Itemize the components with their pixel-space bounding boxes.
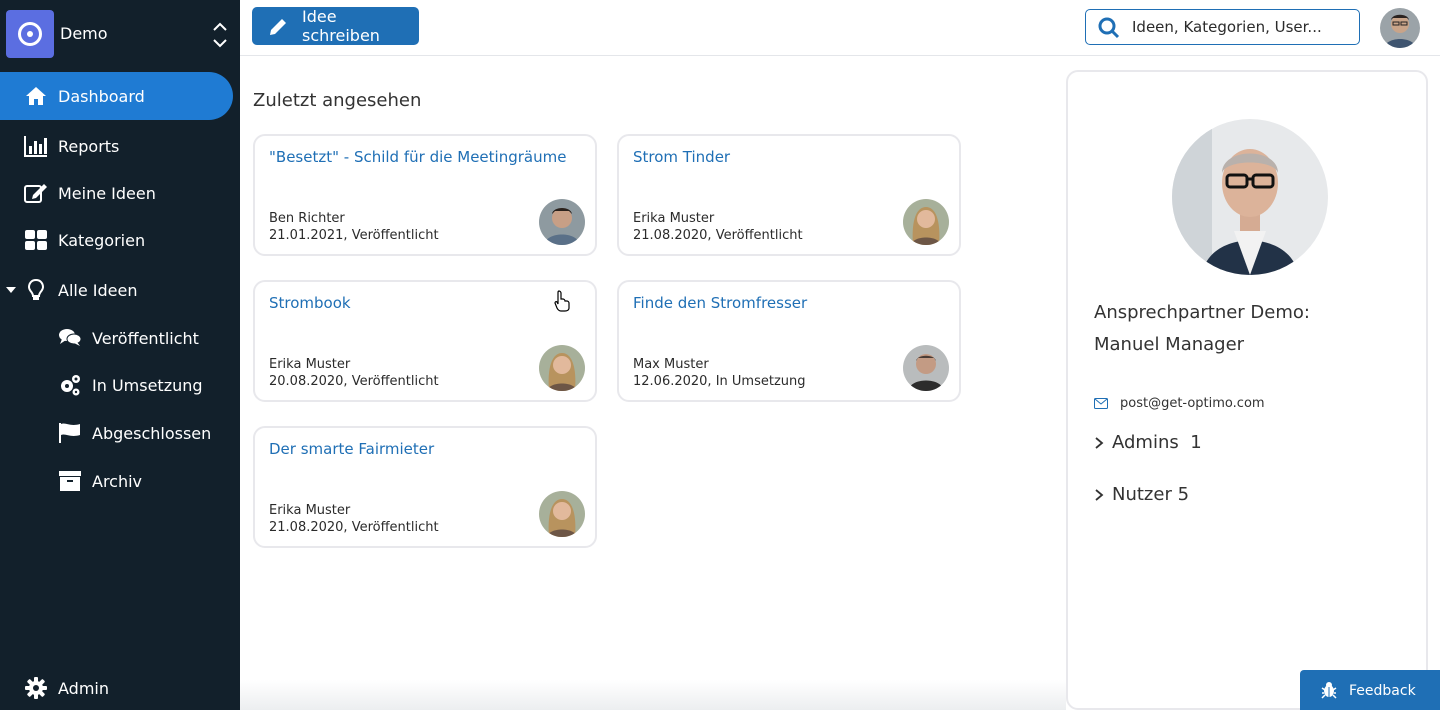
sidebar: Demo Dashboard Reports Meine Ideen Kateg… [0,0,240,710]
mail-icon [1094,398,1108,409]
sidebar-item-admin[interactable]: Admin [0,664,233,710]
sidebar-item-veroeffentlicht[interactable]: Veröffentlicht [0,314,233,362]
idea-title[interactable]: Strom Tinder [633,148,730,166]
lightbulb-icon [24,278,48,302]
users-expander[interactable]: Nutzer 5 [1094,484,1189,505]
idea-meta: 20.08.2020, Veröffentlicht [269,374,439,389]
grid-icon [24,228,48,252]
feedback-label: Feedback [1349,683,1416,699]
chevron-right-icon [1095,436,1104,449]
sidebar-item-alle-ideen[interactable]: Alle Ideen [0,266,233,314]
sidebar-item-archiv[interactable]: Archiv [0,457,233,505]
sidebar-item-dashboard[interactable]: Dashboard [0,72,233,120]
sidebar-item-label: Meine Ideen [58,183,156,203]
sidebar-item-label: Dashboard [58,86,145,106]
contact-panel: Ansprechpartner Demo: Manuel Manager pos… [1066,70,1428,710]
sidebar-item-label: Veröffentlicht [92,328,199,348]
contact-email[interactable]: post@get-optimo.com [1094,396,1265,411]
section-title: Zuletzt angesehen [253,90,422,111]
sidebar-item-label: Abgeschlossen [92,423,212,443]
idea-card[interactable]: Strom Tinder Erika Muster 21.08.2020, Ve… [617,134,961,256]
author-avatar [539,491,585,537]
idea-meta: 21.08.2020, Veröffentlicht [269,520,439,535]
author-avatar [539,199,585,245]
contact-photo [1172,119,1328,275]
write-idea-label: Idee schreiben [302,7,380,45]
bar-chart-icon [24,134,48,158]
archive-icon [58,469,82,493]
search-input[interactable]: Ideen, Kategorien, User... [1085,9,1360,45]
sidebar-item-meine-ideen[interactable]: Meine Ideen [0,169,233,217]
users-label: Nutzer 5 [1112,484,1190,505]
idea-card[interactable]: Der smarte Fairmieter Erika Muster 21.08… [253,426,597,548]
contact-label: Ansprechpartner Demo: [1094,302,1310,323]
chevron-right-icon [1095,488,1104,501]
bug-icon [1320,681,1338,703]
chevron-updown-icon[interactable] [210,18,230,50]
sidebar-item-kategorien[interactable]: Kategorien [0,216,233,264]
caret-down-icon[interactable] [6,287,16,293]
sidebar-item-label: Archiv [92,471,143,491]
author-avatar [903,199,949,245]
sidebar-item-label: Reports [58,136,120,156]
pencil-icon [268,17,288,41]
edit-icon [24,181,48,205]
top-bar: Idee schreiben Ideen, Kategorien, User..… [240,0,1440,56]
flag-icon [58,421,82,445]
sidebar-item-in-umsetzung[interactable]: In Umsetzung [0,361,233,409]
org-name: Demo [60,24,108,43]
feedback-button[interactable]: Feedback [1300,670,1440,710]
idea-title[interactable]: Der smarte Fairmieter [269,440,434,458]
idea-card[interactable]: "Besetzt" - Schild für die Meetingräume … [253,134,597,256]
idea-meta: 21.01.2021, Veröffentlicht [269,228,439,243]
idea-author: Erika Muster [269,357,351,372]
idea-meta: 12.06.2020, In Umsetzung [633,374,806,389]
author-avatar [903,345,949,391]
sidebar-item-abgeschlossen[interactable]: Abgeschlossen [0,409,233,457]
idea-author: Ben Richter [269,211,345,226]
sidebar-item-reports[interactable]: Reports [0,122,233,170]
search-placeholder: Ideen, Kategorien, User... [1132,18,1322,36]
sidebar-item-label: Admin [58,678,109,698]
contact-name: Manuel Manager [1094,334,1245,355]
home-icon [24,84,48,108]
hand-cursor-icon [554,290,570,312]
idea-meta: 21.08.2020, Veröffentlicht [633,228,803,243]
sidebar-item-label: Alle Ideen [58,280,138,300]
org-switcher[interactable]: Demo [0,0,240,68]
gear-icon [24,676,48,700]
write-idea-button[interactable]: Idee schreiben [252,7,419,45]
bottom-strip [240,680,1066,710]
sidebar-item-label: In Umsetzung [92,375,203,395]
user-avatar[interactable] [1380,8,1420,48]
idea-title[interactable]: Finde den Stromfresser [633,294,807,312]
email-text: post@get-optimo.com [1120,396,1265,411]
sidebar-item-label: Kategorien [58,230,146,250]
idea-title[interactable]: "Besetzt" - Schild für die Meetingräume [269,148,566,166]
author-avatar [539,345,585,391]
idea-author: Erika Muster [633,211,715,226]
search-icon [1098,17,1120,43]
idea-author: Max Muster [633,357,709,372]
idea-author: Erika Muster [269,503,351,518]
idea-card[interactable]: Strombook Erika Muster 20.08.2020, Veröf… [253,280,597,402]
idea-title[interactable]: Strombook [269,294,351,312]
gears-icon [58,373,82,397]
admins-expander[interactable]: Admins 1 [1094,432,1202,453]
org-logo-icon [6,10,54,58]
admins-label: Admins 1 [1112,432,1202,453]
comments-icon [58,326,82,350]
idea-card[interactable]: Finde den Stromfresser Max Muster 12.06.… [617,280,961,402]
